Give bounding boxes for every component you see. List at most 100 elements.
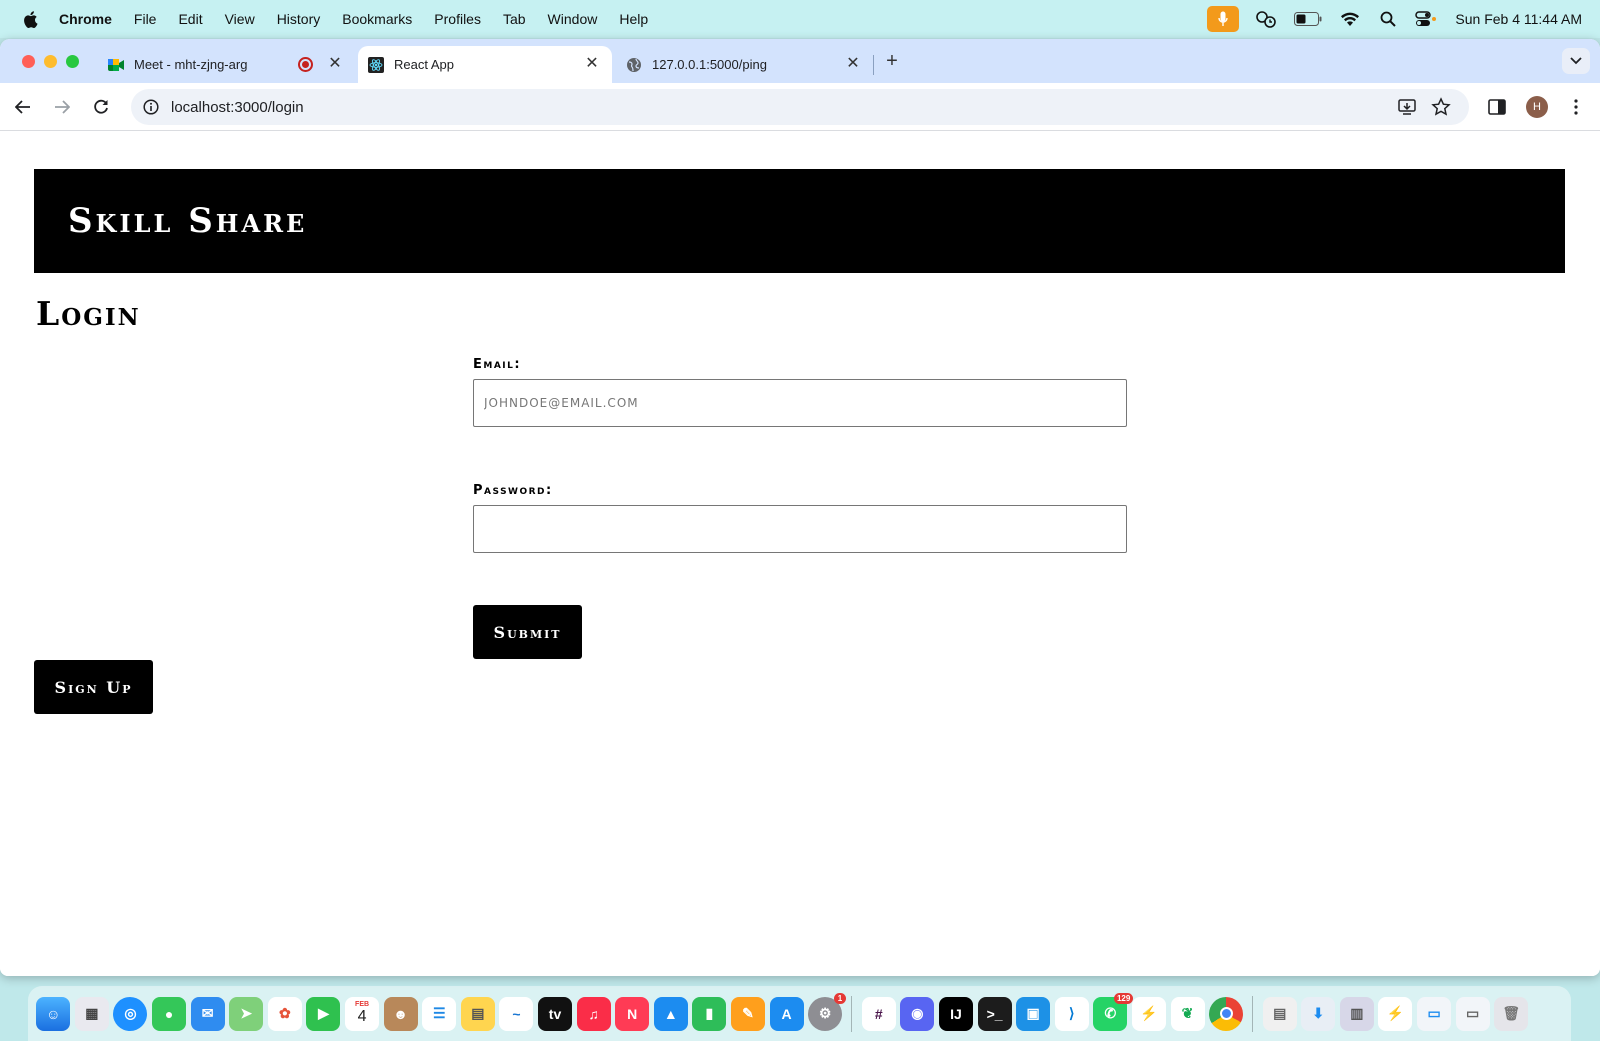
react-icon [368, 56, 384, 73]
tab-ping[interactable]: 127.0.0.1:5000/ping ✕ [618, 46, 873, 83]
close-tab-icon[interactable]: ✕ [845, 56, 861, 72]
zoom-window-button[interactable] [66, 55, 79, 68]
chrome-icon[interactable] [1209, 996, 1244, 1031]
new-tab-plus-icon[interactable]: + [882, 51, 902, 71]
macos-dock: ☺ ▦ ◎ ● ✉ ➤ ✿ ▶ FEB 4 ☻ ☰ ▤ ~ tv ♫ N ▲ ▮… [28, 986, 1571, 1041]
menu-profiles[interactable]: Profiles [434, 11, 481, 27]
minimize-window-button[interactable] [44, 55, 57, 68]
terminal-icon[interactable]: >_ [977, 996, 1012, 1031]
menu-view[interactable]: View [225, 11, 255, 27]
email-field[interactable] [473, 379, 1127, 427]
bookmark-star-icon[interactable] [1431, 97, 1451, 122]
recording-indicator-icon [298, 57, 313, 72]
trash-icon[interactable]: 🗑 [1494, 996, 1529, 1031]
mail-icon[interactable]: ✉ [190, 996, 225, 1031]
tab-react-app[interactable]: React App ✕ [358, 46, 612, 83]
app-store-icon[interactable]: A [769, 996, 804, 1031]
close-tab-icon[interactable]: ✕ [584, 56, 600, 72]
menu-app-name[interactable]: Chrome [59, 11, 112, 27]
keynote-icon[interactable]: ▲ [653, 996, 688, 1031]
close-tab-icon[interactable]: ✕ [327, 56, 343, 72]
screen-time-icon[interactable] [1255, 8, 1277, 30]
sign-up-button[interactable]: Sign Up [34, 660, 153, 714]
google-meet-icon [108, 57, 124, 73]
menu-file[interactable]: File [134, 11, 157, 27]
facetime-icon[interactable]: ▶ [306, 996, 341, 1031]
menu-bookmarks[interactable]: Bookmarks [342, 11, 412, 27]
reload-icon[interactable] [89, 95, 113, 119]
url-text[interactable]: localhost:3000/login [171, 99, 304, 116]
messages-icon[interactable]: ● [152, 996, 187, 1031]
docker-icon[interactable]: ▣ [1016, 996, 1051, 1031]
intellij-idea-icon[interactable]: IJ [938, 996, 973, 1031]
battery-icon[interactable] [1293, 8, 1323, 30]
launchpad-icon[interactable]: ▦ [74, 996, 109, 1031]
downloads-stack-icon[interactable]: ⬇ [1301, 996, 1336, 1031]
mongodb-compass-icon[interactable]: ❦ [1170, 996, 1205, 1031]
macos-menubar: Chrome File Edit View History Bookmarks … [0, 0, 1600, 38]
tab-strip: Meet - mht-zjng-arg ✕ React App ✕ 127.0.… [0, 39, 1600, 83]
preview-document-icon[interactable]: ▤ [1262, 996, 1297, 1031]
tab-search-chevron-icon[interactable] [1562, 48, 1590, 74]
password-field[interactable] [473, 505, 1127, 553]
menu-edit[interactable]: Edit [178, 11, 202, 27]
control-center-icon[interactable] [1415, 8, 1437, 30]
address-bar[interactable]: localhost:3000/login [131, 89, 1469, 125]
wifi-icon[interactable] [1339, 8, 1361, 30]
safari-icon[interactable]: ◎ [113, 996, 148, 1031]
system-settings-icon[interactable]: ⚙ 1 [808, 992, 847, 1031]
chrome-window-thumbnail-icon[interactable]: ▭ [1455, 996, 1490, 1031]
discord-icon[interactable]: ◉ [900, 996, 935, 1031]
forward-arrow-icon[interactable] [50, 95, 74, 119]
calendar-month: FEB [355, 1001, 370, 1008]
postman-window-icon[interactable]: ⚡ [1378, 996, 1413, 1031]
music-icon[interactable]: ♫ [576, 996, 611, 1031]
screenshot-stack-icon[interactable]: ▥ [1339, 996, 1374, 1031]
settings-badge: 1 [833, 992, 847, 1004]
more-menu-icon[interactable] [1564, 95, 1588, 119]
news-icon[interactable]: N [615, 996, 650, 1031]
vscode-icon[interactable]: ⟩ [1054, 996, 1089, 1031]
site-title[interactable]: Skill Share [68, 201, 307, 241]
menubar-clock[interactable]: Sun Feb 4 11:44 AM [1455, 11, 1582, 27]
apple-logo-icon[interactable] [19, 8, 41, 30]
notes-icon[interactable]: ▤ [460, 996, 495, 1031]
finder-icon[interactable]: ☺ [36, 996, 71, 1031]
chrome-window: Meet - mht-zjng-arg ✕ React App ✕ 127.0.… [0, 39, 1600, 976]
calendar-icon[interactable]: FEB 4 [345, 996, 380, 1031]
photos-icon[interactable]: ✿ [267, 996, 302, 1031]
contacts-icon[interactable]: ☻ [383, 996, 418, 1031]
pages-icon[interactable]: ✎ [730, 996, 765, 1031]
reminders-icon[interactable]: ☰ [422, 996, 457, 1031]
maps-icon[interactable]: ➤ [229, 996, 264, 1031]
page-title: Login [36, 294, 141, 333]
numbers-icon[interactable]: ▮ [692, 996, 727, 1031]
whatsapp-icon[interactable]: ✆ 129 [1093, 992, 1134, 1031]
site-info-icon[interactable] [141, 97, 161, 117]
back-arrow-icon[interactable] [11, 95, 35, 119]
menu-history[interactable]: History [277, 11, 321, 27]
menu-tab[interactable]: Tab [503, 11, 526, 27]
spotlight-search-icon[interactable] [1377, 8, 1399, 30]
email-label: Email: [473, 357, 522, 372]
finder-window-icon[interactable]: ▭ [1417, 996, 1452, 1031]
tab-title: Meet - mht-zjng-arg [134, 57, 248, 72]
menu-window[interactable]: Window [548, 11, 598, 27]
menu-help[interactable]: Help [619, 11, 648, 27]
omnibox-actions [1397, 97, 1451, 122]
window-controls [22, 55, 79, 68]
apple-tv-icon[interactable]: tv [538, 996, 573, 1031]
submit-button[interactable]: Submit [473, 605, 582, 659]
page-viewport: Skill Share Login Email: Password: Submi… [0, 131, 1600, 976]
tab-meet[interactable]: Meet - mht-zjng-arg ✕ [100, 46, 355, 83]
slack-icon[interactable]: # [861, 996, 896, 1031]
tab-divider [873, 55, 874, 75]
install-app-icon[interactable] [1397, 97, 1417, 122]
postman-icon[interactable]: ⚡ [1131, 996, 1166, 1031]
tab-title: React App [394, 57, 454, 72]
close-window-button[interactable] [22, 55, 35, 68]
microphone-indicator-icon[interactable] [1207, 6, 1240, 32]
freeform-icon[interactable]: ~ [499, 996, 534, 1031]
side-panel-icon[interactable] [1485, 95, 1509, 119]
profile-avatar[interactable]: H [1525, 95, 1549, 119]
